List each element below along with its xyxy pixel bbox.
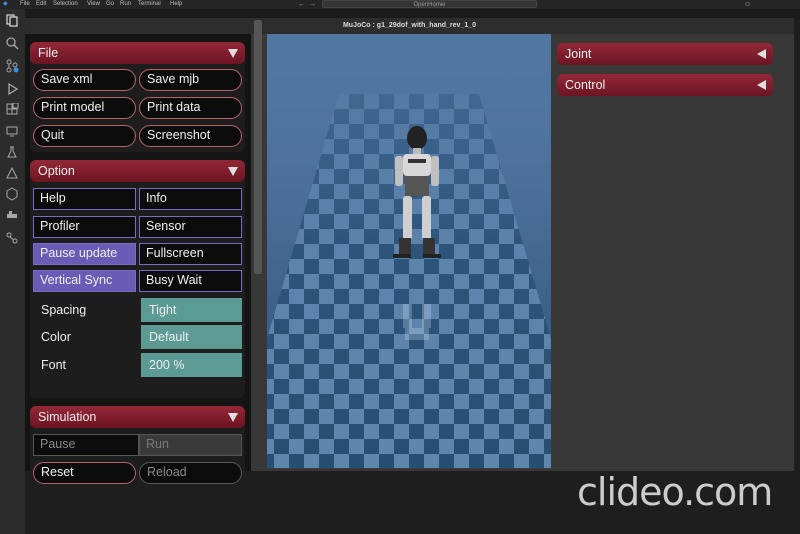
menu-terminal[interactable]: Terminal xyxy=(138,0,161,9)
forward-arrow-icon[interactable]: → xyxy=(309,0,316,9)
run-debug-icon[interactable] xyxy=(5,82,19,96)
docker-icon[interactable] xyxy=(5,208,19,222)
vscode-title-bar: ◆ File Edit Selection View Go Run Termin… xyxy=(0,0,800,9)
font-label: Font xyxy=(41,358,67,372)
file-section-title: File xyxy=(38,46,59,60)
menu-edit[interactable]: Edit xyxy=(36,0,46,9)
control-section-title: Control xyxy=(565,78,606,92)
quit-button[interactable]: Quit xyxy=(33,125,136,147)
extensions-icon[interactable] xyxy=(5,102,19,117)
control-section-header[interactable]: Control xyxy=(557,74,773,96)
simulation-section: Simulation Pause Run Reset Reload xyxy=(30,406,245,484)
explorer-icon[interactable] xyxy=(5,13,19,27)
remote-explorer-icon[interactable] xyxy=(5,124,19,138)
simulation-section-header[interactable]: Simulation xyxy=(30,406,245,428)
fullscreen-toggle[interactable]: Fullscreen xyxy=(139,243,242,265)
save-mjb-button[interactable]: Save mjb xyxy=(139,69,242,91)
save-xml-button[interactable]: Save xml xyxy=(33,69,136,91)
collapse-triangle-icon xyxy=(228,49,238,58)
option-section-title: Option xyxy=(38,164,75,178)
file-section: File Save xml Save mjb Print model Print… xyxy=(30,42,245,152)
spacing-select[interactable]: Tight xyxy=(141,298,242,322)
cube-icon[interactable] xyxy=(5,187,19,201)
vscode-logo-icon: ◆ xyxy=(3,1,8,7)
sensor-toggle[interactable]: Sensor xyxy=(139,216,242,238)
joint-section-header[interactable]: Joint xyxy=(557,43,773,65)
menu-go[interactable]: Go xyxy=(106,0,114,9)
scene-render xyxy=(267,34,551,468)
joint-section-title: Joint xyxy=(565,47,592,61)
source-control-icon[interactable] xyxy=(5,59,19,73)
window-title: MuJoCo : g1_29dof_with_hand_rev_1_0 xyxy=(25,18,794,34)
info-toggle[interactable]: Info xyxy=(139,188,242,210)
copilot-icon[interactable]: ☺ xyxy=(744,0,751,9)
pause-button[interactable]: Pause xyxy=(33,434,139,456)
back-arrow-icon[interactable]: ← xyxy=(298,0,305,9)
menu-file[interactable]: File xyxy=(20,0,30,9)
menu-selection[interactable]: Selection xyxy=(53,0,78,9)
watermark: clideo.com xyxy=(577,470,773,514)
activity-bar xyxy=(0,9,25,534)
left-panel-scrollbar[interactable] xyxy=(254,20,262,274)
expand-triangle-icon xyxy=(757,80,766,90)
menu-view[interactable]: View xyxy=(87,0,100,9)
color-select[interactable]: Default xyxy=(141,325,242,349)
option-section: Option Help Info Profiler Sensor Pause u… xyxy=(30,160,245,398)
font-select[interactable]: 200 % xyxy=(141,353,242,377)
simulation-section-title: Simulation xyxy=(38,410,97,424)
file-section-header[interactable]: File xyxy=(30,42,245,64)
color-label: Color xyxy=(41,330,71,344)
git-graph-icon[interactable] xyxy=(5,231,19,245)
busy-wait-toggle[interactable]: Busy Wait xyxy=(139,270,242,292)
menu-help[interactable]: Help xyxy=(170,0,182,9)
testing-icon[interactable] xyxy=(5,145,19,159)
profiler-toggle[interactable]: Profiler xyxy=(33,216,136,238)
spacing-label: Spacing xyxy=(41,303,87,317)
screenshot-button[interactable]: Screenshot xyxy=(139,125,242,147)
search-icon[interactable] xyxy=(5,36,19,50)
reset-button[interactable]: Reset xyxy=(33,462,136,484)
menu-run[interactable]: Run xyxy=(120,0,131,9)
run-button[interactable]: Run xyxy=(139,434,242,456)
expand-triangle-icon xyxy=(757,49,766,59)
cmake-icon[interactable] xyxy=(5,166,19,180)
vertical-sync-toggle[interactable]: Vertical Sync xyxy=(33,270,136,292)
print-model-button[interactable]: Print model xyxy=(33,97,136,119)
help-toggle[interactable]: Help xyxy=(33,188,136,210)
left-ui-panel: File Save xml Save mjb Print model Print… xyxy=(25,34,251,484)
collapse-triangle-icon xyxy=(228,413,238,422)
print-data-button[interactable]: Print data xyxy=(139,97,242,119)
reload-button[interactable]: Reload xyxy=(139,462,242,484)
3d-viewport[interactable] xyxy=(267,34,551,468)
collapse-triangle-icon xyxy=(228,167,238,176)
command-search-box[interactable]: OpenHomie xyxy=(322,0,537,8)
option-section-header[interactable]: Option xyxy=(30,160,245,182)
pause-update-toggle[interactable]: Pause update xyxy=(33,243,136,265)
